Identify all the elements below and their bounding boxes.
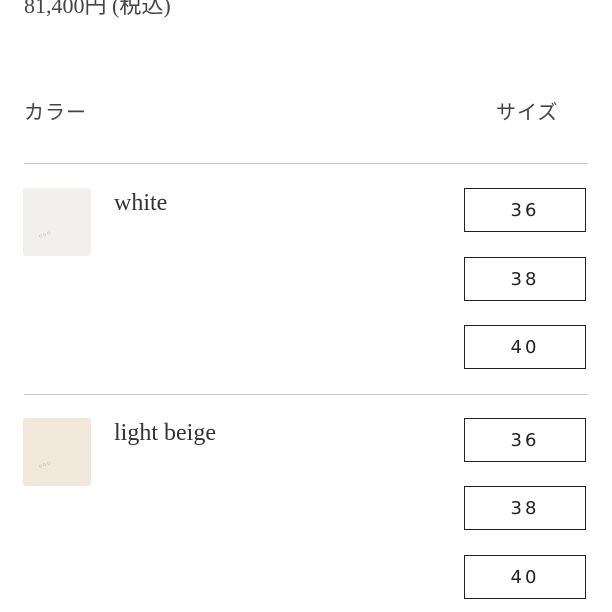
size-button-40[interactable]: 40 — [464, 555, 586, 599]
color-column-header: カラー — [24, 100, 87, 124]
size-column-header: サイズ — [496, 100, 559, 124]
ring-product-icon: ◦◦◦ — [36, 459, 53, 473]
size-button-36[interactable]: 36 — [464, 418, 586, 462]
size-button-38[interactable]: 38 — [464, 486, 586, 530]
color-name: white — [114, 190, 168, 216]
divider — [24, 163, 588, 164]
color-swatch[interactable]: ◦◦◦ — [23, 418, 91, 486]
color-name: light beige — [114, 420, 216, 446]
size-button-36[interactable]: 36 — [464, 188, 586, 232]
size-button-40[interactable]: 40 — [464, 325, 586, 369]
color-swatch[interactable]: ◦◦◦ — [23, 188, 91, 256]
divider — [24, 394, 588, 395]
price-text: 81,400円 (税込) — [24, 0, 171, 18]
size-button-38[interactable]: 38 — [464, 257, 586, 301]
ring-product-icon: ◦◦◦ — [36, 229, 53, 243]
